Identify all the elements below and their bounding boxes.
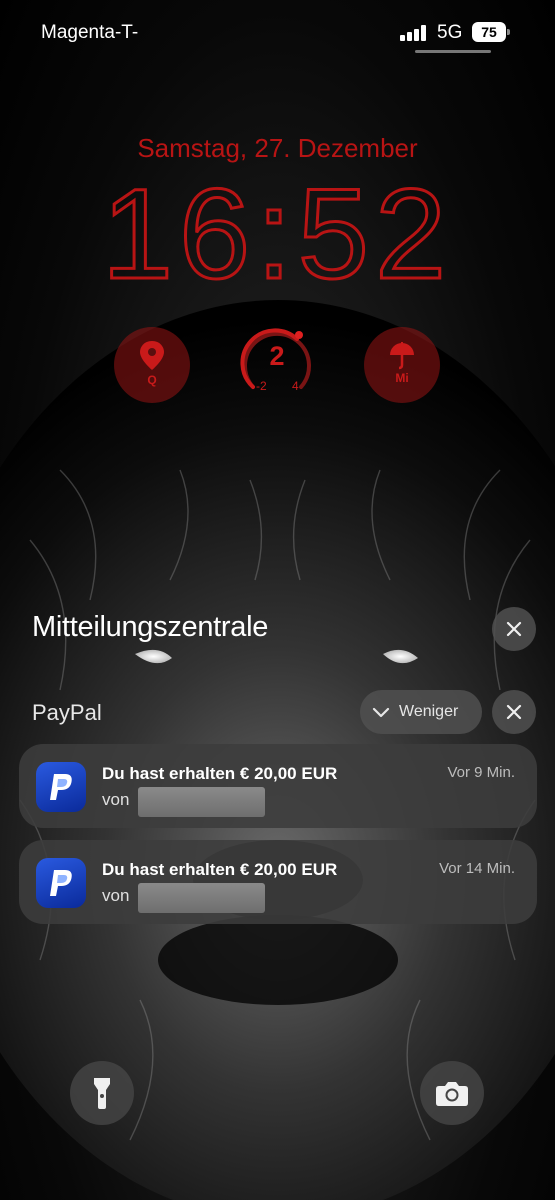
network-type: 5G bbox=[437, 22, 463, 43]
gauge-max: 4 bbox=[292, 379, 299, 393]
battery-level: 75 bbox=[472, 22, 506, 42]
signal-strength-icon bbox=[400, 25, 428, 41]
carrier-name: Magenta-T- bbox=[41, 22, 139, 43]
notification-title: Du hast erhalten € 20,00 EUR bbox=[102, 860, 338, 879]
gauge-value: 2 bbox=[269, 341, 285, 371]
lock-clock: 16:52 bbox=[0, 162, 555, 308]
gauge-widget[interactable]: 2 -2 4 bbox=[239, 327, 315, 403]
notification-card[interactable]: Du hast erhalten € 20,00 EUR von Vor 14 … bbox=[19, 840, 537, 924]
camera-button[interactable] bbox=[420, 1061, 484, 1125]
weather-widget-label: Mi bbox=[395, 371, 409, 385]
close-icon bbox=[506, 704, 522, 720]
notification-subtitle: von bbox=[102, 790, 130, 809]
clear-all-button[interactable] bbox=[492, 607, 536, 651]
weather-widget[interactable]: Mi bbox=[364, 327, 440, 403]
notification-title: Du hast erhalten € 20,00 EUR bbox=[102, 764, 338, 783]
clock-time: 16:52 bbox=[102, 170, 452, 300]
notification-group-app: PayPal bbox=[32, 700, 102, 725]
gauge-min: -2 bbox=[256, 379, 267, 393]
battery-icon: 75 bbox=[472, 22, 510, 42]
show-less-label: Weniger bbox=[399, 703, 459, 720]
notification-time: Vor 9 Min. bbox=[447, 764, 515, 781]
flashlight-icon bbox=[94, 1078, 110, 1109]
lock-date: Samstag, 27. Dezember bbox=[137, 133, 418, 163]
notification-center-title: Mitteilungszentrale bbox=[32, 611, 269, 643]
paypal-app-icon bbox=[36, 762, 86, 812]
location-widget[interactable]: Q bbox=[114, 327, 190, 403]
redacted-sender bbox=[138, 883, 265, 913]
chevron-down-icon bbox=[372, 707, 390, 718]
close-icon bbox=[506, 621, 522, 637]
flashlight-button[interactable] bbox=[70, 1061, 134, 1125]
paypal-app-icon bbox=[36, 858, 86, 908]
camera-icon bbox=[436, 1082, 468, 1106]
notification-subtitle: von bbox=[102, 886, 130, 905]
location-pin-icon bbox=[114, 337, 190, 378]
status-indicator-bar bbox=[415, 50, 491, 53]
notification-card[interactable]: Du hast erhalten € 20,00 EUR von Vor 9 M… bbox=[19, 744, 537, 828]
location-widget-label: Q bbox=[147, 373, 157, 387]
status-bar: Magenta-T- 5G 75 bbox=[0, 0, 555, 60]
show-less-button[interactable]: Weniger bbox=[360, 690, 482, 734]
notification-time: Vor 14 Min. bbox=[439, 860, 515, 877]
clear-group-button[interactable] bbox=[492, 690, 536, 734]
redacted-sender bbox=[138, 787, 265, 817]
